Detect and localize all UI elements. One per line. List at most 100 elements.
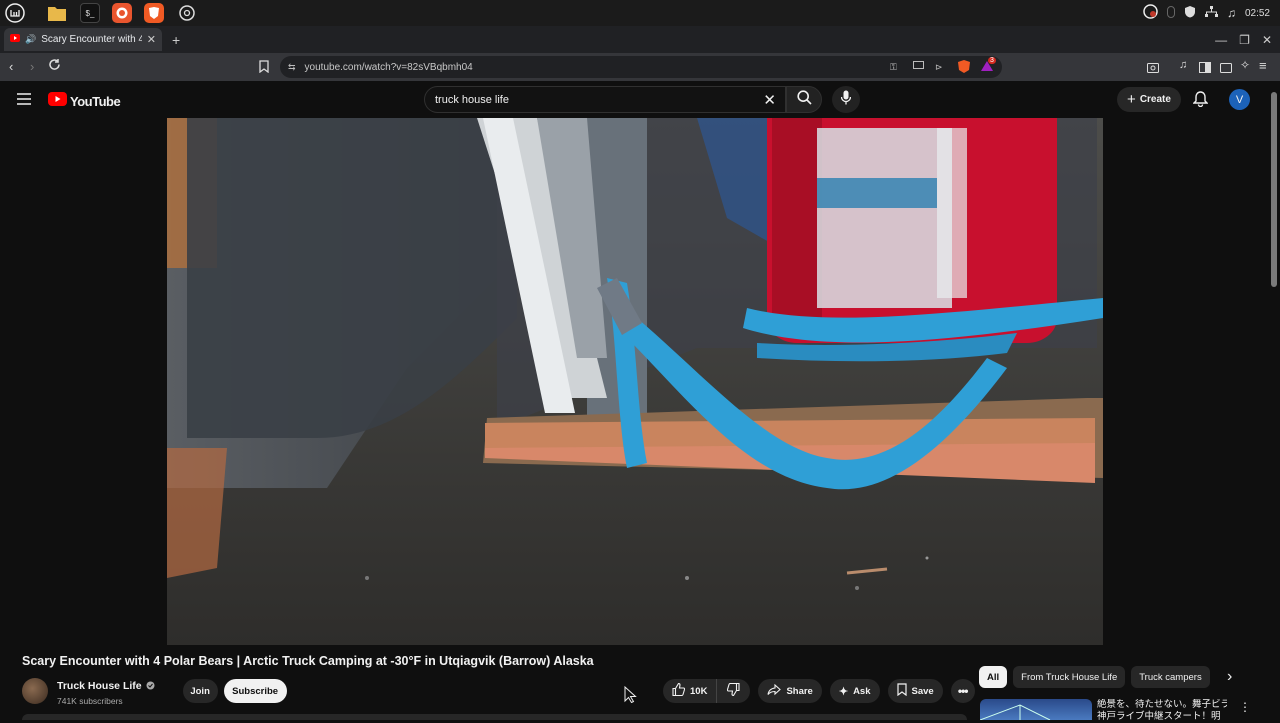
new-tab-button[interactable]: + — [172, 32, 180, 48]
toggle-tray-icon[interactable] — [1166, 5, 1175, 21]
leo-ai-icon[interactable]: ✧ — [1240, 58, 1250, 72]
like-dislike-group: 10K — [663, 679, 751, 703]
minimize-button[interactable]: — — [1215, 33, 1227, 47]
related-chips: All From Truck House Life Truck campers — [979, 666, 1210, 688]
channel-name[interactable]: Truck House Life — [57, 680, 142, 692]
search-icon — [796, 89, 812, 110]
music-tray-icon[interactable]: ♫ — [1227, 6, 1236, 20]
url-text: youtube.com/watch?v=82sVBqbmh04 — [304, 61, 473, 73]
youtube-logo-icon — [48, 92, 67, 111]
create-label: Create — [1139, 94, 1171, 105]
like-count: 10K — [690, 685, 708, 697]
clock-text[interactable]: 02:52 — [1245, 8, 1270, 19]
plus-icon: + — [1127, 91, 1136, 108]
bridge-thumbnail-image — [980, 704, 1051, 720]
forward-button[interactable]: › — [30, 59, 34, 74]
description-box-edge — [22, 714, 967, 720]
maximize-button[interactable]: ❐ — [1239, 33, 1250, 47]
sparkle-icon: ✦ — [838, 685, 849, 698]
chip-truck-campers[interactable]: Truck campers — [1131, 666, 1210, 688]
ask-button[interactable]: ✦ Ask — [829, 679, 880, 703]
search-input[interactable]: truck house life ✕ — [424, 86, 786, 113]
youtube-logo[interactable]: YouTube — [48, 92, 121, 111]
microphone-icon — [840, 90, 852, 110]
cast-icon[interactable] — [913, 61, 924, 73]
sidebar-icon[interactable] — [1199, 60, 1211, 78]
mint-menu-icon[interactable] — [4, 2, 26, 24]
speaker-icon[interactable]: 🔊 — [25, 34, 36, 45]
terminal-icon[interactable]: $_ — [80, 3, 100, 23]
wallet-icon[interactable] — [1220, 60, 1232, 78]
search-input-value: truck house life — [435, 93, 509, 106]
site-info-icon[interactable]: ⇆ — [288, 62, 296, 73]
close-window-button[interactable]: ✕ — [1262, 33, 1272, 47]
share-arrow-icon — [767, 683, 782, 699]
bookmark-icon[interactable] — [259, 60, 269, 78]
tab-strip: 🔊 Scary Encounter with 4 Polar ✕ + — ❐ ✕ — [0, 26, 1280, 53]
firefox-icon[interactable] — [112, 3, 132, 23]
create-button[interactable]: + Create — [1117, 87, 1181, 112]
media-icon[interactable]: ♫ — [1179, 59, 1187, 71]
subscriber-count: 741K subscribers — [57, 695, 123, 706]
youtube-header: YouTube truck house life ✕ + Create V — [0, 81, 1280, 118]
chip-from-channel[interactable]: From Truck House Life — [1013, 666, 1126, 688]
chip-all[interactable]: All — [979, 666, 1008, 688]
avatar-letter: V — [1235, 93, 1244, 106]
notifications-bell-icon[interactable] — [1192, 91, 1209, 112]
save-button[interactable]: Save — [887, 679, 943, 703]
thumbs-down-icon — [727, 682, 740, 699]
close-tab-icon[interactable]: ✕ — [147, 33, 156, 46]
video-player[interactable] — [167, 118, 1103, 645]
video-actions: 10K Share ✦ Ask Save ••• — [663, 679, 975, 703]
page-scrollbar[interactable] — [1271, 92, 1277, 287]
shield-count-badge: 3 — [988, 57, 996, 64]
voice-search-button[interactable] — [832, 86, 860, 113]
hamburger-menu-icon[interactable] — [17, 92, 31, 110]
video-frame-image — [167, 118, 1103, 645]
os-taskbar: $_ ♫ 02:52 — [0, 0, 1280, 26]
network-tray-icon[interactable] — [1204, 5, 1218, 21]
search-button[interactable] — [786, 86, 822, 113]
mouse-cursor-icon — [624, 685, 637, 708]
thumbs-up-icon — [672, 682, 686, 699]
like-button[interactable]: 10K — [663, 679, 718, 703]
tab-active[interactable]: 🔊 Scary Encounter with 4 Polar ✕ — [4, 28, 162, 51]
recommended-title[interactable]: 絶景を、待たせない。舞子ビラ 神戸ライブ中継スタート！明 — [1097, 699, 1227, 723]
clear-search-icon[interactable]: ✕ — [763, 91, 776, 109]
brave-shield-icon[interactable] — [957, 59, 971, 77]
video-title: Scary Encounter with 4 Polar Bears | Arc… — [22, 654, 594, 668]
channel-info: Truck House Life 741K subscribers — [57, 677, 155, 706]
reload-icon[interactable] — [48, 58, 61, 76]
files-icon[interactable] — [46, 2, 68, 24]
toolbar: ‹ › ⇆ youtube.com/watch?v=82sVBqbmh04 ⚿ … — [0, 53, 1280, 81]
more-horizontal-icon: ••• — [957, 684, 969, 698]
youtube-logo-text: YouTube — [70, 94, 121, 109]
recommended-title-line1: 絶景を、待たせない。舞子ビラ — [1097, 699, 1227, 710]
save-label: Save — [911, 685, 934, 697]
more-actions-button[interactable]: ••• — [950, 679, 975, 703]
share-button[interactable]: Share — [758, 679, 822, 703]
save-bookmark-icon — [896, 683, 907, 699]
key-icon[interactable]: ⚿ — [890, 62, 897, 73]
join-button[interactable]: Join — [182, 679, 218, 703]
recommended-more-icon[interactable]: ⋮ — [1239, 700, 1251, 714]
send-icon[interactable]: ⊳ — [935, 62, 943, 73]
address-bar[interactable]: ⇆ youtube.com/watch?v=82sVBqbmh04 ⚿ ⊳ 3 — [280, 56, 1002, 78]
chromium-icon[interactable] — [176, 2, 198, 24]
brave-icon[interactable] — [144, 3, 164, 23]
subscribe-button[interactable]: Subscribe — [223, 679, 287, 703]
shield-tray-icon[interactable] — [1184, 5, 1196, 21]
opera-tray-icon[interactable] — [1143, 4, 1158, 22]
avatar[interactable]: V — [1229, 89, 1250, 110]
back-button[interactable]: ‹ — [9, 59, 13, 74]
verified-check-icon — [146, 677, 155, 695]
share-label: Share — [786, 685, 813, 697]
recommended-thumbnail[interactable] — [980, 699, 1092, 720]
youtube-favicon-icon — [10, 34, 20, 45]
screenshot-icon[interactable] — [1147, 60, 1159, 78]
channel-avatar[interactable] — [22, 678, 48, 704]
recommended-title-line2: 神戸ライブ中継スタート！明 — [1097, 711, 1221, 722]
dislike-button[interactable] — [717, 679, 750, 703]
browser-menu-icon[interactable]: ≡ — [1259, 58, 1267, 73]
chips-next-chevron-icon[interactable]: › — [1227, 668, 1232, 686]
